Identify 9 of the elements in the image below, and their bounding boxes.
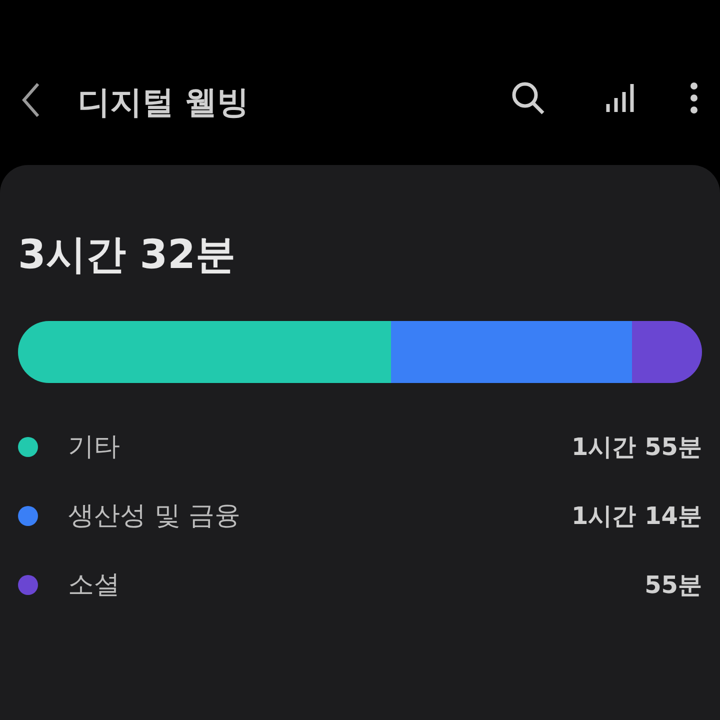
back-icon[interactable] (20, 80, 42, 120)
page-title: 디지털 웰빙 (78, 82, 250, 123)
total-time: 3시간 32분 (18, 235, 236, 275)
category-time: 55분 (644, 570, 702, 601)
category-label: 생산성 및 금융 (68, 500, 241, 532)
category-time: 1시간 14분 (572, 501, 702, 532)
category-time: 1시간 55분 (572, 432, 702, 463)
category-label: 기타 (68, 430, 120, 464)
category-label: 소셜 (68, 568, 120, 602)
